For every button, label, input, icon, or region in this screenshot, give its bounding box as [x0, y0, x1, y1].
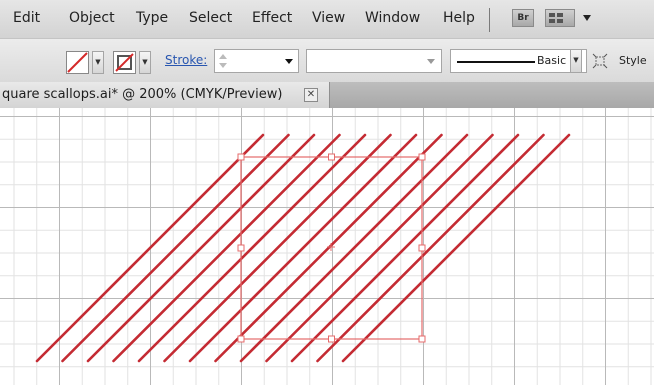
style-label[interactable]: Style — [619, 54, 647, 67]
art-diagonal-line[interactable] — [239, 133, 469, 363]
selection-bounding-box[interactable] — [240, 156, 423, 340]
profile-dropdown-icon[interactable]: ▼ — [570, 49, 582, 73]
artwork[interactable] — [0, 108, 654, 385]
align-stroke-icon[interactable] — [592, 53, 608, 69]
profile-preview-line — [457, 61, 535, 63]
menu-separator — [489, 8, 490, 32]
menu-type[interactable]: Type — [136, 10, 168, 26]
menu-help[interactable]: Help — [443, 10, 475, 26]
stroke-none-icon — [115, 53, 134, 72]
stroke-label[interactable]: Stroke: — [165, 53, 207, 67]
selection-handle[interactable] — [418, 335, 426, 343]
stroke-weight-field[interactable] — [214, 49, 299, 73]
menu-bar: Edit Object Type Select Effect View Wind… — [0, 0, 654, 38]
art-diagonal-line[interactable] — [188, 133, 418, 363]
art-diagonal-line[interactable] — [290, 133, 520, 363]
arrange-dropdown-icon[interactable] — [582, 14, 592, 22]
art-diagonal-line[interactable] — [163, 133, 392, 363]
close-tab-icon[interactable]: ✕ — [304, 88, 318, 102]
menu-object[interactable]: Object — [69, 10, 115, 26]
none-slash-icon — [67, 52, 88, 73]
selection-handle[interactable] — [237, 244, 245, 252]
art-diagonal-line[interactable] — [214, 133, 443, 363]
document-tab[interactable]: quare scallops.ai* @ 200% (CMYK/Preview)… — [0, 82, 330, 108]
menu-window[interactable]: Window — [365, 10, 420, 26]
menu-effect[interactable]: Effect — [252, 10, 292, 26]
control-bar: ▼ ▼ Stroke: Basic ▼ Style — [0, 38, 654, 82]
arrange-documents-icon[interactable] — [545, 9, 575, 27]
stroke-swatch[interactable] — [113, 51, 136, 74]
menu-view[interactable]: View — [312, 10, 345, 26]
selection-handle[interactable] — [328, 153, 335, 161]
art-diagonal-line[interactable] — [112, 133, 341, 363]
profile-label: Basic — [537, 54, 567, 67]
selection-handle[interactable] — [237, 335, 245, 343]
bridge-icon[interactable]: Br — [512, 9, 534, 27]
stroke-dropdown-icon[interactable]: ▼ — [139, 51, 151, 74]
art-diagonal-line[interactable] — [341, 133, 571, 363]
selection-handle[interactable] — [237, 153, 245, 161]
selection-handle[interactable] — [328, 335, 335, 343]
menu-select[interactable]: Select — [189, 10, 232, 26]
art-diagonal-line[interactable] — [316, 133, 545, 363]
brush-dropdown-icon[interactable] — [427, 59, 435, 65]
art-diagonal-line[interactable] — [265, 133, 494, 363]
document-title: quare scallops.ai* @ 200% (CMYK/Preview) — [2, 87, 283, 102]
document-tab-bar: quare scallops.ai* @ 200% (CMYK/Preview)… — [0, 82, 654, 108]
stroke-weight-dropdown-icon[interactable] — [285, 59, 293, 65]
brush-field[interactable] — [306, 49, 442, 73]
artboard-canvas[interactable] — [0, 108, 654, 385]
art-diagonal-line[interactable] — [35, 133, 265, 363]
art-diagonal-line[interactable] — [61, 133, 290, 363]
selection-handle[interactable] — [418, 244, 426, 252]
fill-swatch[interactable] — [66, 51, 89, 74]
arrange-documents-glyph — [549, 13, 563, 23]
selection-handle[interactable] — [418, 153, 426, 161]
diagonal-lines-group[interactable] — [35, 133, 571, 363]
fill-dropdown-icon[interactable]: ▼ — [92, 51, 104, 74]
stroke-profile-field[interactable]: Basic ▼ — [450, 49, 587, 73]
menu-edit[interactable]: Edit — [13, 10, 40, 26]
stroke-weight-spinner-icon[interactable] — [218, 52, 228, 70]
art-diagonal-line[interactable] — [86, 133, 316, 363]
